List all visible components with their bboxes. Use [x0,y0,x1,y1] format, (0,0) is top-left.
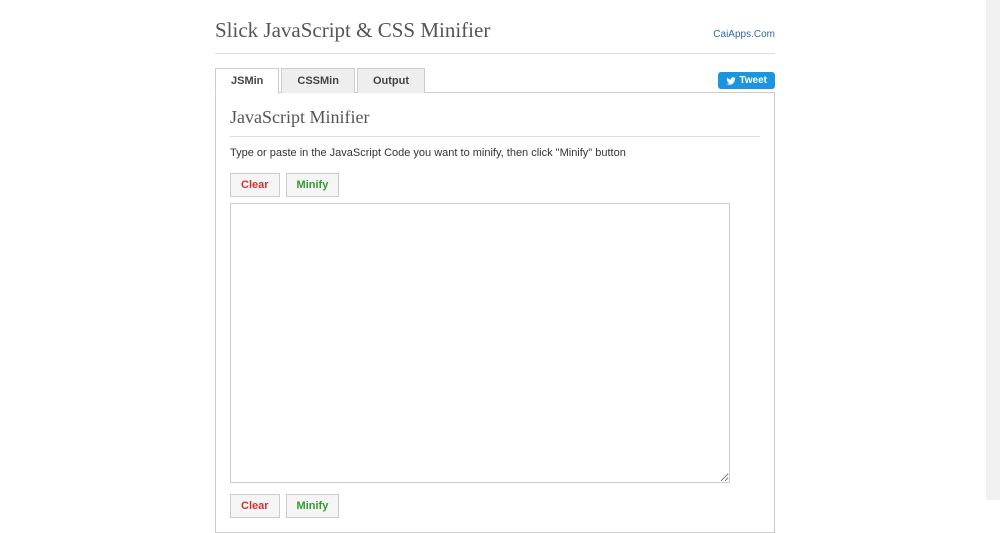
clear-button-bottom[interactable]: Clear [230,494,280,518]
minify-button-top[interactable]: Minify [286,173,340,197]
brand-link[interactable]: CaiApps.Com [713,29,775,40]
button-row-top: Clear Minify [230,173,760,197]
panel-title: JavaScript Minifier [230,107,760,137]
page-title: Slick JavaScript & CSS Minifier [215,18,490,43]
tab-jsmin[interactable]: JSMin [215,68,279,94]
page-scrollbar[interactable] [986,0,1000,500]
twitter-icon [726,76,736,86]
panel-description: Type or paste in the JavaScript Code you… [230,147,760,159]
tweet-button[interactable]: Tweet [718,72,775,89]
main-container: Slick JavaScript & CSS Minifier CaiApps.… [215,0,775,533]
header: Slick JavaScript & CSS Minifier CaiApps.… [215,18,775,54]
jsmin-panel: JavaScript Minifier Type or paste in the… [215,92,775,533]
code-input[interactable] [230,203,730,483]
button-row-bottom: Clear Minify [230,494,760,518]
minify-button-bottom[interactable]: Minify [286,494,340,518]
tabs: JSMin CSSMin Output [215,68,425,93]
tab-cssmin[interactable]: CSSMin [281,68,355,93]
clear-button-top[interactable]: Clear [230,173,280,197]
toolbar-row: JSMin CSSMin Output Tweet [215,68,775,93]
tweet-label: Tweet [739,75,767,86]
tab-output[interactable]: Output [357,68,425,93]
